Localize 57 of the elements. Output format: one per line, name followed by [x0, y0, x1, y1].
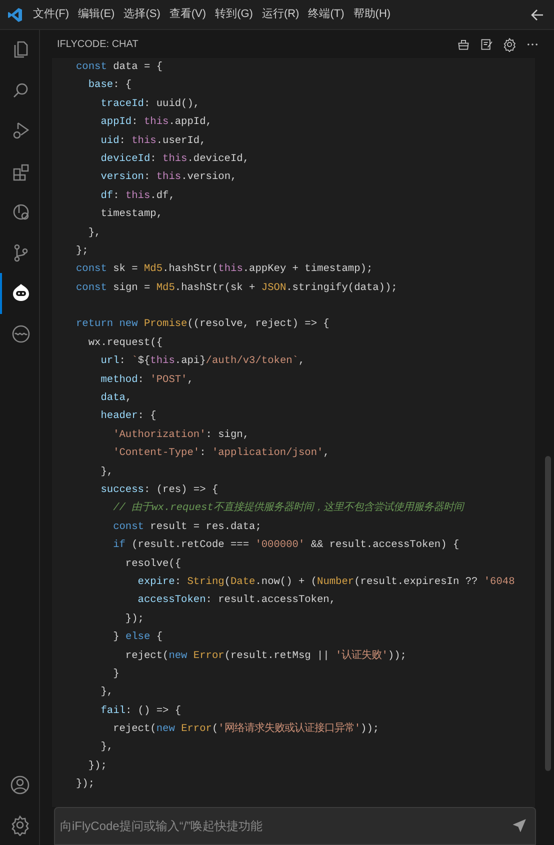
code-line: appId: this.appId,: [100, 116, 212, 128]
account-icon[interactable]: [8, 774, 30, 796]
code-line: reject(new Error('网络请求失败或认证接口异常'));: [112, 723, 380, 736]
panel-title: IFLYCODE: CHAT: [57, 38, 138, 52]
code-line: const data = {: [76, 61, 163, 73]
edit-note-icon[interactable]: [479, 36, 494, 52]
back-arrow-icon[interactable]: [530, 8, 544, 22]
code-line: resolve({: [124, 558, 182, 570]
code-line: fail: () => {: [100, 704, 182, 717]
code-line: 'Content-Type': 'application/json',: [112, 447, 330, 460]
menu-item[interactable]: 帮助(H): [349, 6, 395, 23]
code-line: base: {: [87, 79, 132, 92]
code-line: });: [76, 778, 95, 790]
code-line: });: [87, 760, 107, 772]
code-line: df: this.df,: [100, 190, 175, 202]
menu-item[interactable]: 文件(F): [29, 6, 74, 23]
app-logo-icon: [7, 6, 23, 22]
menu-item[interactable]: 转到(G): [211, 6, 257, 23]
menu-item[interactable]: 终端(T): [304, 6, 348, 23]
code-line: timestamp,: [100, 208, 163, 220]
scrollbar-thumb[interactable]: [545, 456, 551, 771]
code-line: method: 'POST',: [100, 374, 194, 386]
code-line: },: [100, 466, 114, 478]
code-line: success: (res) => {: [100, 484, 218, 496]
code-line: if (result.retCode === '000000' && result.accessToken) {: [112, 539, 460, 552]
code-line: traceId: uuid(),: [100, 98, 200, 110]
code-line: reject(new Error(result.retMsg || '认证失败'));: [124, 650, 406, 662]
code-line: return new Promise((resolve, reject) => {: [76, 318, 330, 330]
code-line: }: [112, 668, 120, 680]
code-line: } else {: [112, 631, 163, 644]
wave-circle-icon[interactable]: [10, 322, 32, 345]
code-line: deviceId: this.deviceId,: [100, 152, 250, 165]
menu-item[interactable]: 编辑(E): [74, 6, 119, 23]
code-line: wx.request({: [87, 336, 163, 349]
code-line: expire: String(Date.now() + (Number(result.expiresIn ?? '6048: [136, 576, 515, 588]
code-line: const result = res.data;: [112, 520, 262, 533]
chat-input-field[interactable]: 向iFlyCode提问或输入“/”唤起快捷功能: [54, 807, 536, 845]
code-line: // 由于wx.request不直接提供服务器时间，这里不包含尝试使用服务器时间: [112, 502, 464, 514]
menu-item[interactable]: 选择(S): [120, 6, 164, 23]
menu-item[interactable]: 查看(V): [165, 6, 210, 23]
menu-item[interactable]: 运行(R): [258, 6, 304, 23]
code-line: },: [87, 226, 101, 239]
code-line: },: [100, 686, 114, 698]
code-line: const sk = Md5.hashStr(this.appKey + timestamp);: [76, 263, 373, 276]
code-line: };: [76, 244, 88, 257]
code-line: uid: this.userId,: [100, 134, 206, 147]
code-line: url: `${this.api}/auth/v3/token`,: [100, 355, 305, 368]
code-line: const sign = Md5.hashStr(sk + JSON.stringify(data));: [76, 282, 398, 294]
code-line: data,: [100, 392, 132, 404]
code-line: },: [100, 741, 114, 754]
code-line: });: [124, 612, 144, 625]
code-line: 'Authorization': sign,: [112, 428, 250, 441]
settings-icon[interactable]: [502, 36, 517, 52]
code-line: header: {: [100, 410, 156, 422]
send-icon[interactable]: [513, 819, 526, 832]
code-line: version: this.version,: [100, 171, 237, 184]
code-line: accessToken: result.accessToken,: [136, 594, 336, 606]
